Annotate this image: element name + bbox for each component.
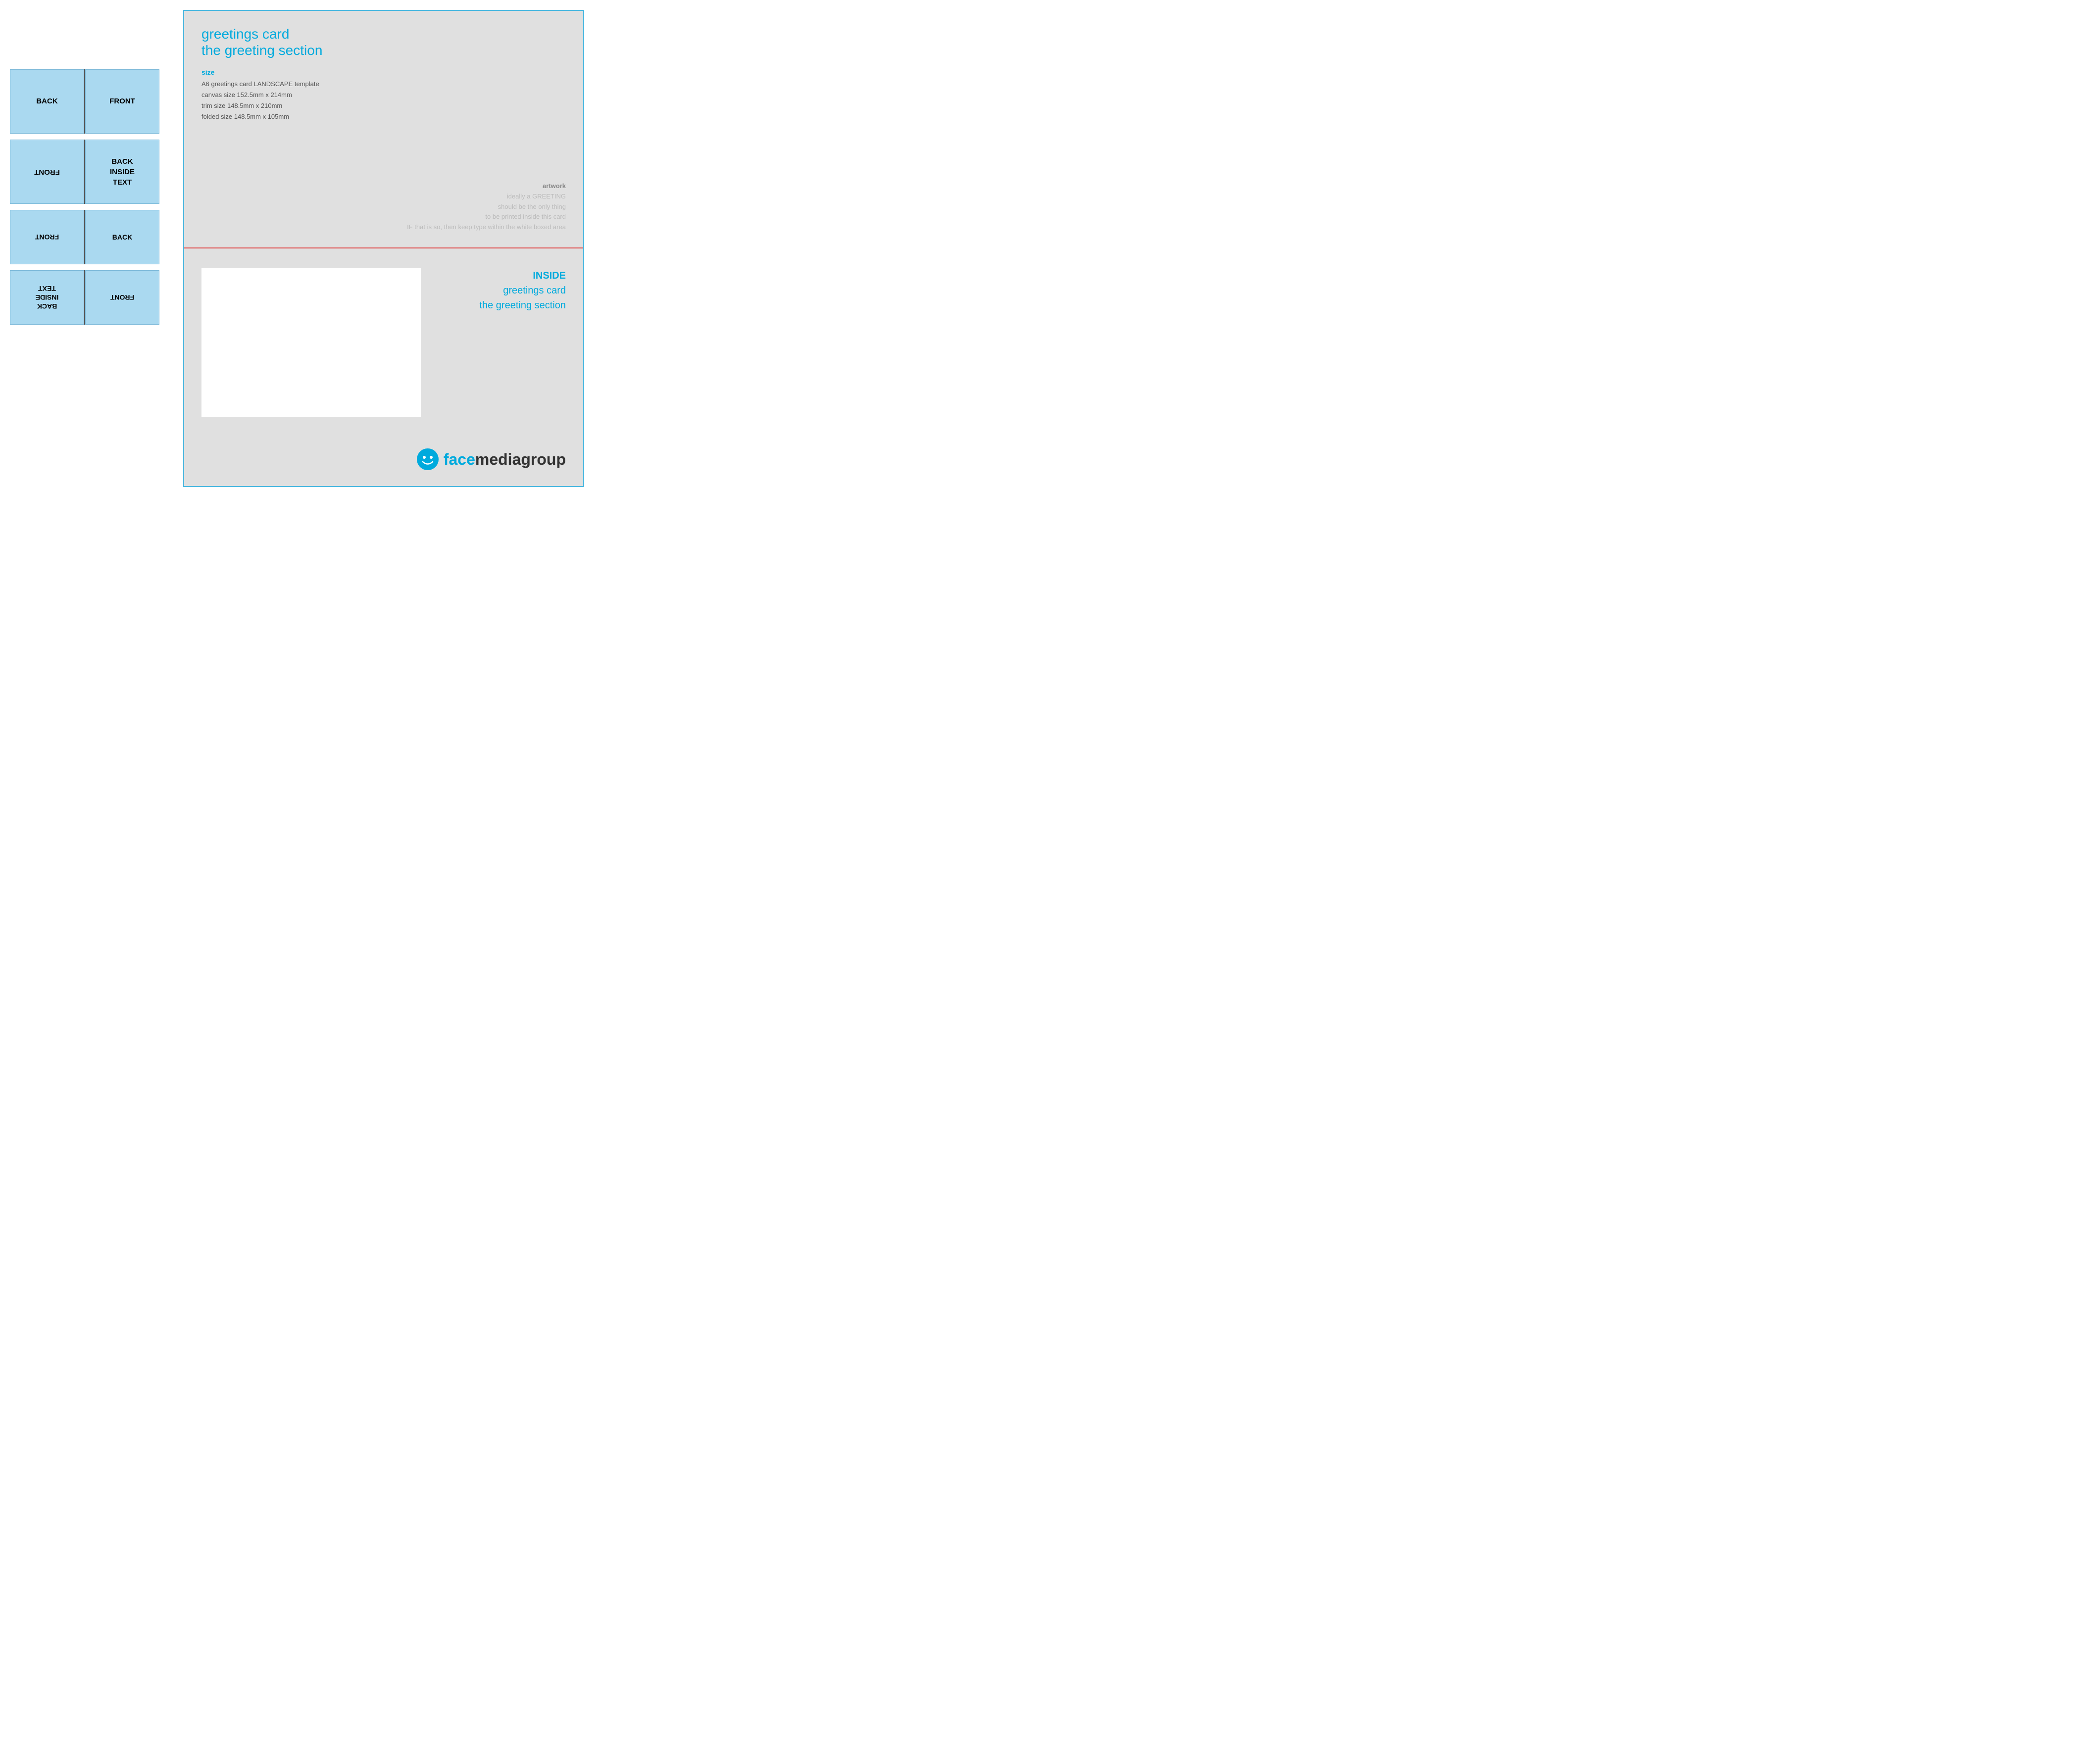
facemediagroup-logo: facemediagroup <box>416 447 566 471</box>
face-logo-icon <box>416 447 440 471</box>
size-info: A6 greetings card LANDSCAPE template can… <box>201 79 566 122</box>
front-cell-row2-rotated: FRONT <box>10 140 84 204</box>
back-inside-text-cell-row2: BACKINSIDETEXT <box>85 140 159 204</box>
size-label: size <box>201 68 566 76</box>
title-greeting-section: the greeting section <box>201 43 566 58</box>
card-row-1: BACK FRONT <box>10 69 168 134</box>
back-cell-row1: BACK <box>10 69 84 134</box>
front-cell-row3-rotated: FRONT <box>10 210 84 264</box>
front-cell-row4-rotated: FRONT <box>85 270 159 325</box>
right-top-section: greetings card the greeting section size… <box>184 11 583 248</box>
artwork-note: artwork ideally a GREETING should be the… <box>407 181 566 233</box>
logo-text: facemediagroup <box>444 450 566 469</box>
front-cell-row1: FRONT <box>85 69 159 134</box>
inside-label-block: INSIDE greetings card the greeting secti… <box>479 268 566 313</box>
right-bottom-section: INSIDE greetings card the greeting secti… <box>184 248 583 486</box>
card-row-4: BACKINSIDETEXT FRONT <box>10 270 168 325</box>
card-row-3: FRONT BACK <box>10 210 168 264</box>
back-cell-row3: BACK <box>85 210 159 264</box>
white-greeting-box <box>201 268 421 417</box>
back-inside-text-row4-rotated: BACKINSIDETEXT <box>10 270 84 325</box>
left-panel: BACK FRONT FRONT BACKINSIDETEXT FRONT BA… <box>10 10 168 325</box>
right-panel: greetings card the greeting section size… <box>183 10 584 487</box>
title-greetings-card: greetings card <box>201 26 566 43</box>
card-row-2: FRONT BACKINSIDETEXT <box>10 140 168 204</box>
